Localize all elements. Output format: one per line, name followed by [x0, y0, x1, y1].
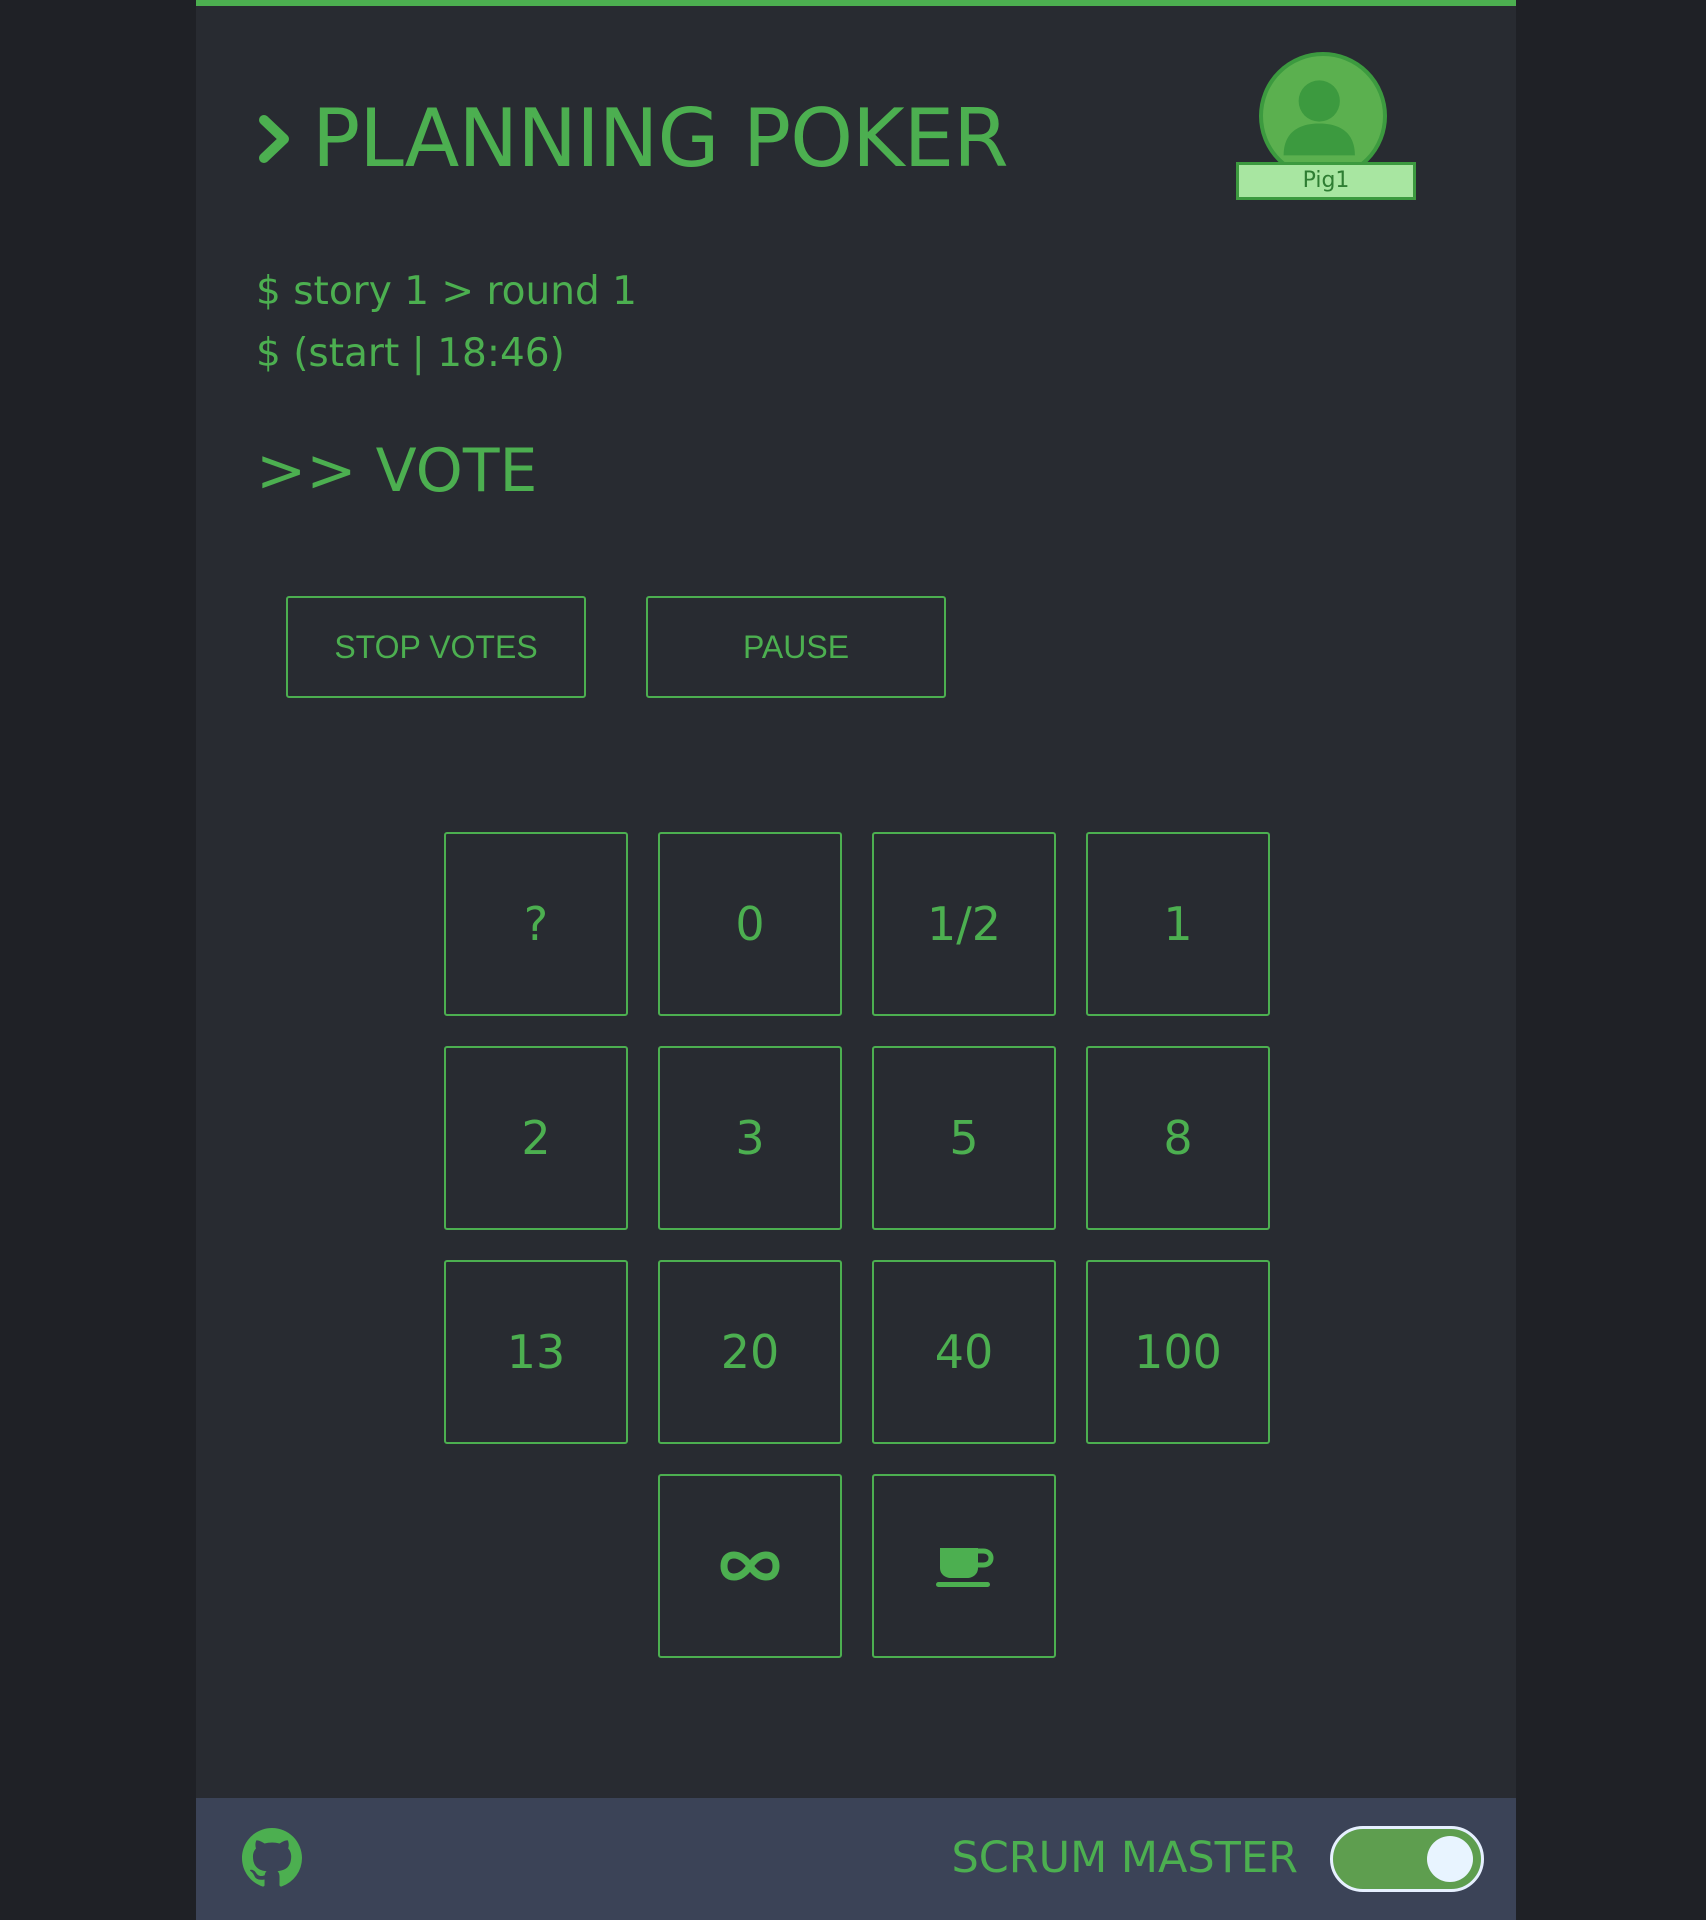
pause-button[interactable]: PAUSE	[646, 596, 946, 698]
user-badge: Pig1	[1236, 52, 1426, 202]
github-icon	[242, 1828, 302, 1888]
github-link[interactable]	[242, 1828, 302, 1888]
user-name-tag: Pig1	[1236, 162, 1416, 200]
vote-card-coffee[interactable]	[872, 1474, 1056, 1658]
start-time-line: $ (start | 18:46)	[256, 331, 565, 376]
vote-card-40[interactable]: 40	[872, 1260, 1056, 1444]
user-avatar-icon	[1259, 52, 1387, 180]
toggle-knob	[1427, 1836, 1473, 1882]
coffee-cup-icon	[934, 1544, 994, 1588]
vote-card-half[interactable]: 1/2	[872, 832, 1056, 1016]
vote-card-100[interactable]: 100	[1086, 1260, 1270, 1444]
infinity-icon	[720, 1549, 780, 1583]
vote-card-13[interactable]: 13	[444, 1260, 628, 1444]
vote-card-3[interactable]: 3	[658, 1046, 842, 1230]
round-status: $ story 1 > round 1 $ (start | 18:46)	[256, 261, 637, 385]
scrum-master-toggle[interactable]	[1330, 1826, 1484, 1892]
header: PLANNING POKER	[256, 92, 1009, 185]
section-title: >> VOTE	[256, 436, 538, 506]
page-title: PLANNING POKER	[312, 92, 1009, 185]
footer: SCRUM MASTER	[196, 1798, 1516, 1920]
scrum-master-label: SCRUM MASTER	[951, 1833, 1298, 1883]
vote-card-0[interactable]: 0	[658, 832, 842, 1016]
vote-card-infinity[interactable]	[658, 1474, 842, 1658]
vote-card-8[interactable]: 8	[1086, 1046, 1270, 1230]
vote-card-2[interactable]: 2	[444, 1046, 628, 1230]
story-round-line: $ story 1 > round 1	[256, 269, 637, 314]
stop-votes-button[interactable]: STOP VOTES	[286, 596, 586, 698]
vote-card-1[interactable]: 1	[1086, 832, 1270, 1016]
app-container: PLANNING POKER Pig1 $ story 1 > round 1 …	[196, 0, 1516, 1920]
vote-card-20[interactable]: 20	[658, 1260, 842, 1444]
vote-card-5[interactable]: 5	[872, 1046, 1056, 1230]
chevron-right-icon	[256, 112, 294, 166]
vote-card-question[interactable]: ?	[444, 832, 628, 1016]
